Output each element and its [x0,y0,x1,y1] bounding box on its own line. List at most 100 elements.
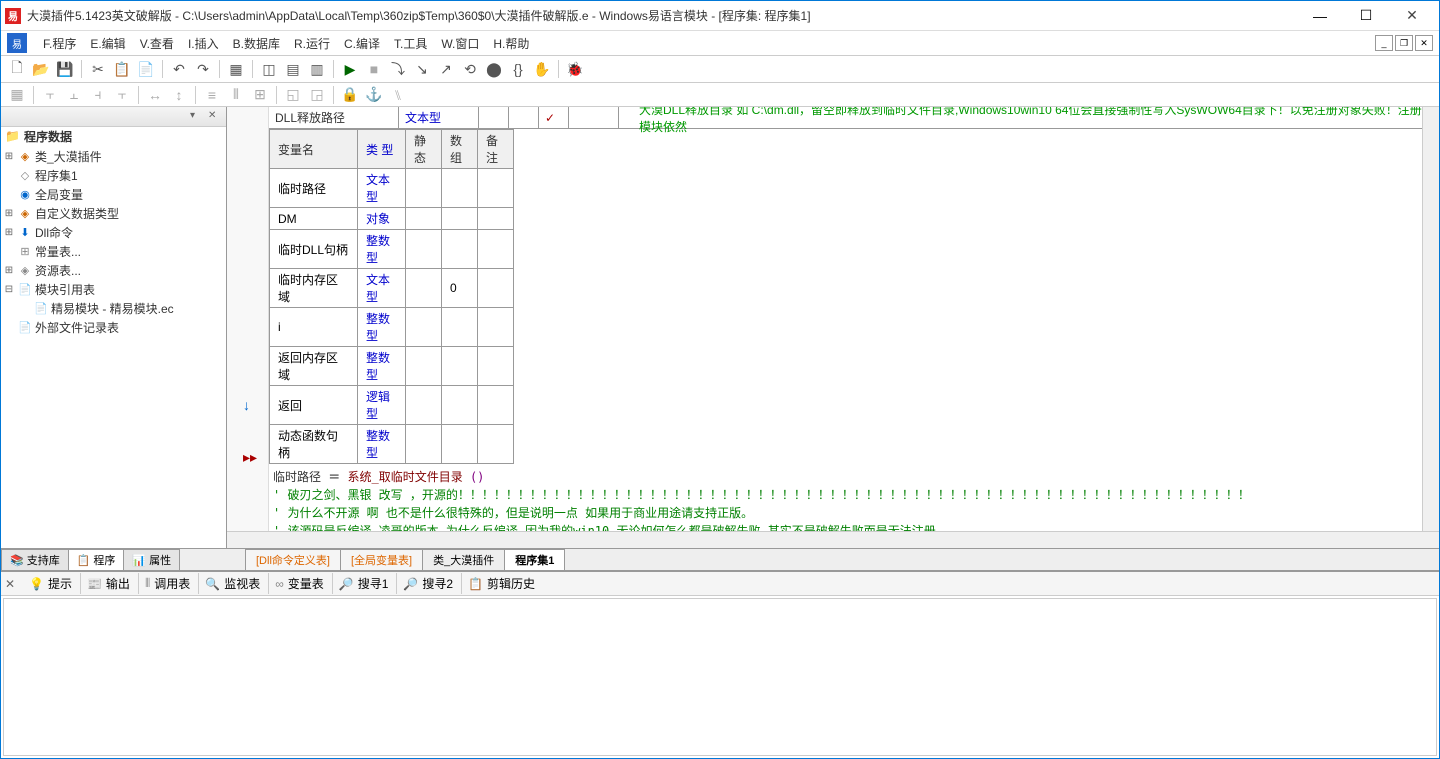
param-opt3[interactable] [569,107,619,128]
form-icon[interactable]: ▦ [226,59,246,79]
tab-dll[interactable]: [Dll命令定义表] [245,549,341,570]
tree-item[interactable]: 自定义数据类型 [35,205,119,222]
minimize-button[interactable]: — [1297,1,1343,31]
dll-icon: ⬇ [17,226,33,240]
paste-icon[interactable]: 📄 [136,59,156,79]
tab-class[interactable]: 类_大漠插件 [422,549,505,570]
tree-item[interactable]: 模块引用表 [35,281,95,298]
table-row: 返回逻辑型 [270,386,514,425]
tabs-row: 📚支持库 📋程序 📊属性 [Dll命令定义表] [全局变量表] 类_大漠插件 程… [1,548,1439,570]
redo-icon[interactable]: ↷ [193,59,213,79]
align-center-icon[interactable]: ⫠ [64,85,84,105]
dist-v-icon[interactable]: ⦀ [226,85,246,105]
close-button[interactable]: ✕ [1389,1,1435,31]
param-opt1[interactable] [479,107,509,128]
menu-run[interactable]: R.运行 [288,33,336,54]
tab-callstack[interactable]: ⦀调用表 [138,573,196,594]
tree-item[interactable]: 外部文件记录表 [35,319,119,336]
class-icon: ◈ [17,150,33,164]
panel-close-icon[interactable]: ✕ [208,110,222,124]
panel-close-icon[interactable]: ✕ [5,577,21,591]
tab-globals[interactable]: [全局变量表] [340,549,423,570]
horizontal-scrollbar[interactable] [227,531,1439,548]
mdi-close[interactable]: ✕ [1415,35,1433,51]
menu-edit[interactable]: E.编辑 [84,33,131,54]
pause-icon[interactable]: ■ [364,59,384,79]
code-editor[interactable]: DLL释放路径 文本型 ✓ 大漠DLL释放目录 如 C:\dm.dll，留空即释… [269,107,1439,531]
mdi-restore[interactable]: ❐ [1395,35,1413,51]
step-over-icon[interactable]: ⤵ [388,59,408,79]
size-h-icon[interactable]: ↕ [169,85,189,105]
anchor-icon[interactable]: ⚓ [364,85,384,105]
align-top-icon[interactable]: ⫟ [112,85,132,105]
panel-menu-icon[interactable]: ▾ [190,110,204,124]
tab-hint[interactable]: 💡提示 [23,573,78,594]
bug-icon[interactable]: 🐞 [565,59,585,79]
size-w-icon[interactable]: ↔ [145,85,165,105]
menu-database[interactable]: B.数据库 [227,33,286,54]
globals-icon: ◉ [17,188,33,202]
vertical-scrollbar[interactable] [1422,107,1439,531]
tab-programset[interactable]: 程序集1 [504,549,565,570]
front-icon[interactable]: ◱ [283,85,303,105]
lock-icon[interactable]: 🔒 [340,85,360,105]
cut-icon[interactable]: ✂ [88,59,108,79]
tab-vars[interactable]: ∞变量表 [268,573,330,594]
run-icon[interactable]: ▶ [340,59,360,79]
tree-item[interactable]: 常量表... [35,243,81,260]
window3-icon[interactable]: ▥ [307,59,327,79]
code-body[interactable]: 临时路径 ＝ 系统_取临时文件目录 () ' 破刃之剑、黑银 改写 ，开源的！！… [269,464,1439,531]
tree-item[interactable]: Dll命令 [35,224,73,241]
menu-view[interactable]: V.查看 [134,33,180,54]
param-name[interactable]: DLL释放路径 [269,107,399,128]
tree-item[interactable]: 类_大漠插件 [35,148,102,165]
project-tree[interactable]: ⊞◈类_大漠插件 ◇程序集1 ◉全局变量 ⊞◈自定义数据类型 ⊞⬇Dll命令 ⊞… [1,145,226,548]
align-right-icon[interactable]: ⫞ [88,85,108,105]
tree-item[interactable]: 全局变量 [35,186,83,203]
var-header-static: 静态 [406,130,442,169]
tab-search1[interactable]: 🔎搜寻1 [332,573,395,594]
window2-icon[interactable]: ▤ [283,59,303,79]
param-check[interactable]: ✓ [539,107,569,128]
copy-icon[interactable]: 📋 [112,59,132,79]
menu-help[interactable]: H.帮助 [487,33,535,54]
menu-program[interactable]: F.程序 [37,33,82,54]
tree-item[interactable]: 精易模块 - 精易模块.ec [51,300,174,317]
back-icon[interactable]: ◲ [307,85,327,105]
table-row: 临时路径文本型 [270,169,514,208]
menu-insert[interactable]: I.插入 [182,33,225,54]
step-into-icon[interactable]: ↘ [412,59,432,79]
param-type[interactable]: 文本型 [399,107,479,128]
output-content[interactable] [3,598,1437,756]
center-h-icon[interactable]: ⊞ [250,85,270,105]
braces-icon[interactable]: {} [508,59,528,79]
tab-clip[interactable]: 📋剪辑历史 [461,573,541,594]
tree-item[interactable]: 资源表... [35,262,81,279]
step-out-icon[interactable]: ↗ [436,59,456,79]
maximize-button[interactable]: ☐ [1343,1,1389,31]
tab-output[interactable]: 📰输出 [80,573,136,594]
tree-item[interactable]: 程序集1 [35,167,78,184]
layout-toolbar: ▦ ⫟ ⫠ ⫞ ⫟ ↔ ↕ ≡ ⦀ ⊞ ◱ ◲ 🔒 ⚓ ⑊ [1,83,1439,107]
open-icon[interactable]: 📂 [31,59,51,79]
save-icon[interactable]: 💾 [55,59,75,79]
menu-compile[interactable]: C.编译 [338,33,386,54]
window1-icon[interactable]: ◫ [259,59,279,79]
ide-icon: 易 [7,33,27,53]
grid-icon[interactable]: ▦ [7,85,27,105]
trace-icon[interactable]: ⟲ [460,59,480,79]
menu-tools[interactable]: T.工具 [388,33,433,54]
param-opt2[interactable] [509,107,539,128]
hand-icon[interactable]: ✋ [532,59,552,79]
tab-search2[interactable]: 🔎搜寻2 [396,573,459,594]
break-icon[interactable]: ⬤ [484,59,504,79]
new-icon[interactable]: 🗋 [7,59,27,79]
menu-window[interactable]: W.窗口 [435,33,485,54]
align-left-icon[interactable]: ⫟ [40,85,60,105]
undo-icon[interactable]: ↶ [169,59,189,79]
mdi-minimize[interactable]: _ [1375,35,1393,51]
tab-watch[interactable]: 🔍监视表 [198,573,266,594]
dist-h-icon[interactable]: ≡ [202,85,222,105]
variable-table[interactable]: 变量名 类 型 静态 数组 备 注 临时路径文本型 DM对象 临时DLL句柄整数… [269,129,514,464]
tab-order-icon[interactable]: ⑊ [388,85,408,105]
